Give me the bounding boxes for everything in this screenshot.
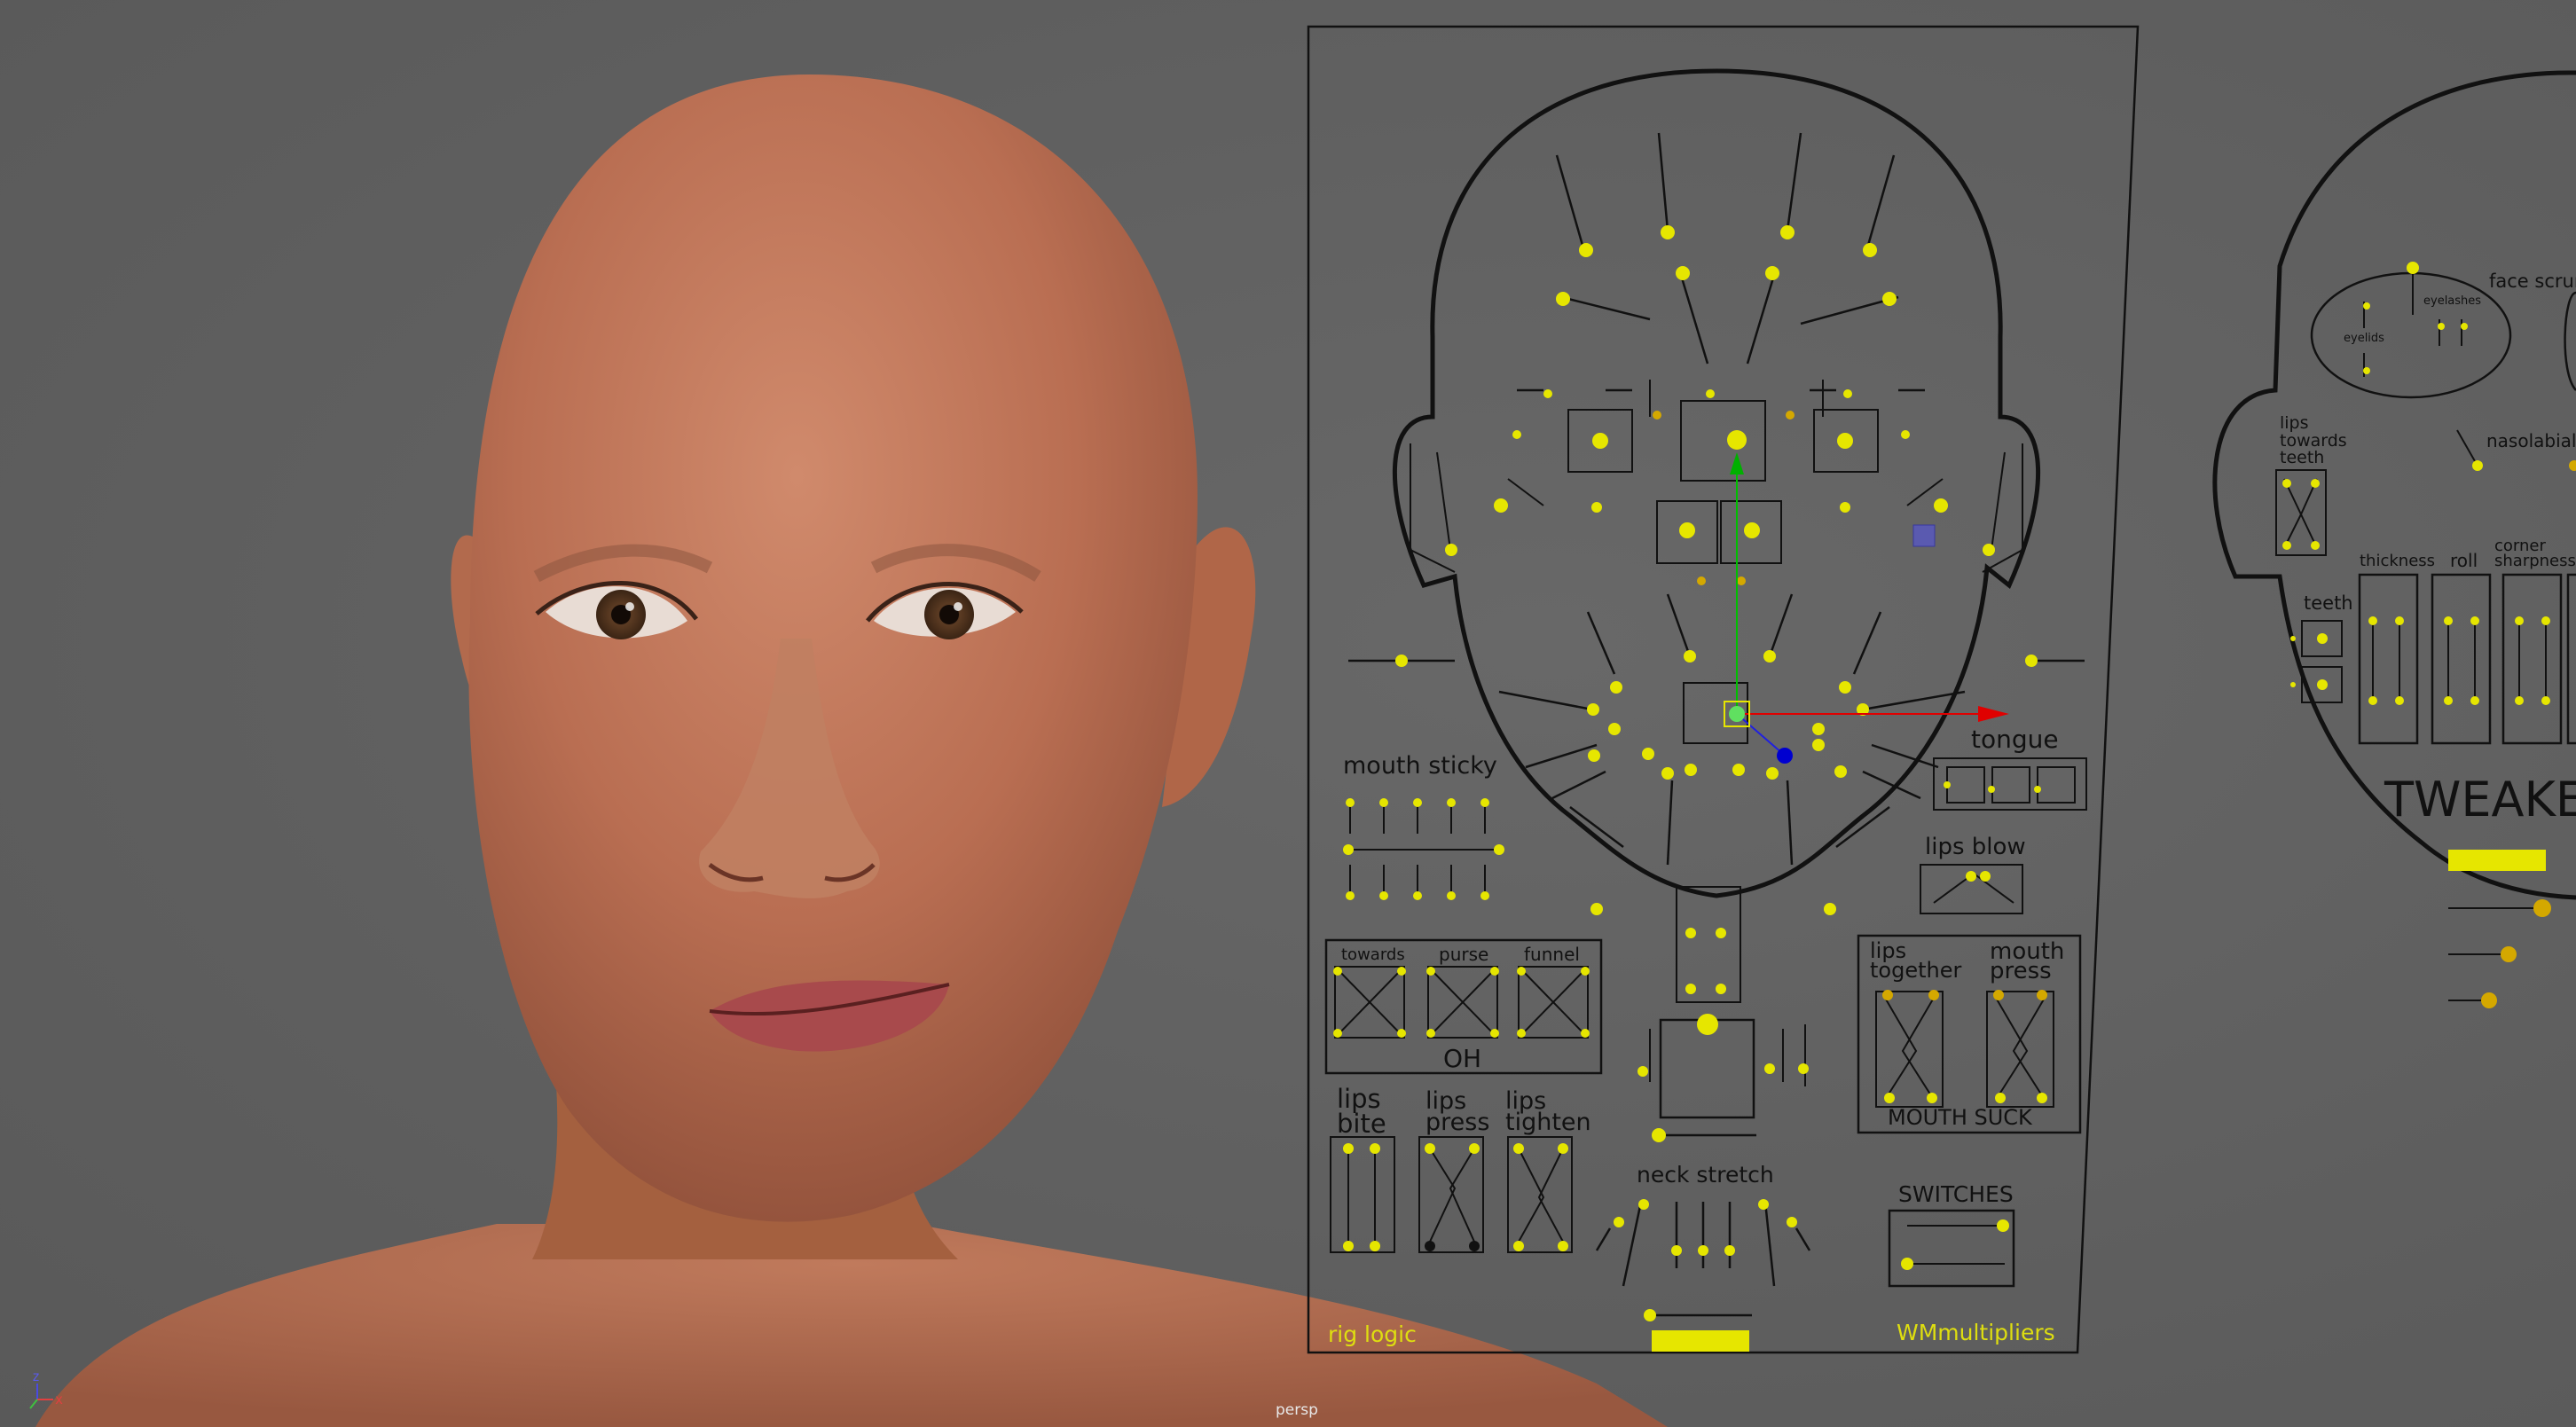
face-rig-panel[interactable] xyxy=(1307,25,2140,1354)
label-tongue: tongue xyxy=(1971,725,2059,754)
label-wm-multipliers: WMmultipliers xyxy=(1897,1320,2055,1345)
label-switches: SWITCHES xyxy=(1898,1181,2014,1207)
label-neck-stretch: neck stretch xyxy=(1637,1162,1774,1188)
label-lips-towards-teeth-1: lips xyxy=(2280,413,2309,433)
label-lips-press-2: press xyxy=(1425,1109,1490,1136)
viewport-scene[interactable] xyxy=(0,0,2576,1427)
label-lips-together-2: together xyxy=(1870,958,1962,983)
tweaker-bar[interactable] xyxy=(2448,850,2546,871)
label-towards: towards xyxy=(1341,945,1405,964)
label-oh: OH xyxy=(1443,1044,1482,1073)
label-mouth-suck: MOUTH SUCK xyxy=(1888,1105,2032,1130)
rig-logic-bar[interactable] xyxy=(1652,1330,1749,1352)
label-roll: roll xyxy=(2450,550,2478,571)
label-lips-blow: lips blow xyxy=(1925,834,2026,860)
label-teeth: teeth xyxy=(2304,592,2353,614)
label-eyelids: eyelids xyxy=(2344,332,2384,345)
move-manipulator[interactable] xyxy=(1724,452,2009,764)
label-sharpness: sharpness xyxy=(2494,552,2576,570)
character-model[interactable] xyxy=(35,74,1668,1427)
label-tweaker: TWEAKER xyxy=(2384,772,2576,827)
label-eyelashes: eyelashes xyxy=(2423,294,2482,308)
label-lips-bite-2: bite xyxy=(1337,1109,1386,1139)
rig-controls-orange[interactable] xyxy=(1653,411,2047,1000)
label-nasolabial: nasolabial xyxy=(2486,430,2576,451)
label-thickness: thickness xyxy=(2360,552,2436,570)
label-face-scrunch: face scrun xyxy=(2489,271,2576,292)
label-mouth-press-2: press xyxy=(1990,958,2052,984)
view-axis-indicator xyxy=(29,1384,53,1409)
label-rig-logic: rig logic xyxy=(1328,1321,1417,1347)
label-purse: purse xyxy=(1439,944,1489,965)
camera-name: persp xyxy=(1276,1401,1318,1419)
axis-z-label: z xyxy=(32,1368,41,1384)
maya-viewport[interactable]: mouth sticky tongue lips blow towards pu… xyxy=(0,0,2576,1427)
label-lips-towards-teeth-3: teeth xyxy=(2280,448,2325,467)
axis-x-label: x xyxy=(55,1392,64,1407)
label-funnel: funnel xyxy=(1524,944,1580,965)
blue-selection-handle[interactable] xyxy=(1912,524,1936,547)
label-mouth-sticky: mouth sticky xyxy=(1343,752,1497,780)
label-lips-tighten-2: tighten xyxy=(1505,1109,1591,1136)
